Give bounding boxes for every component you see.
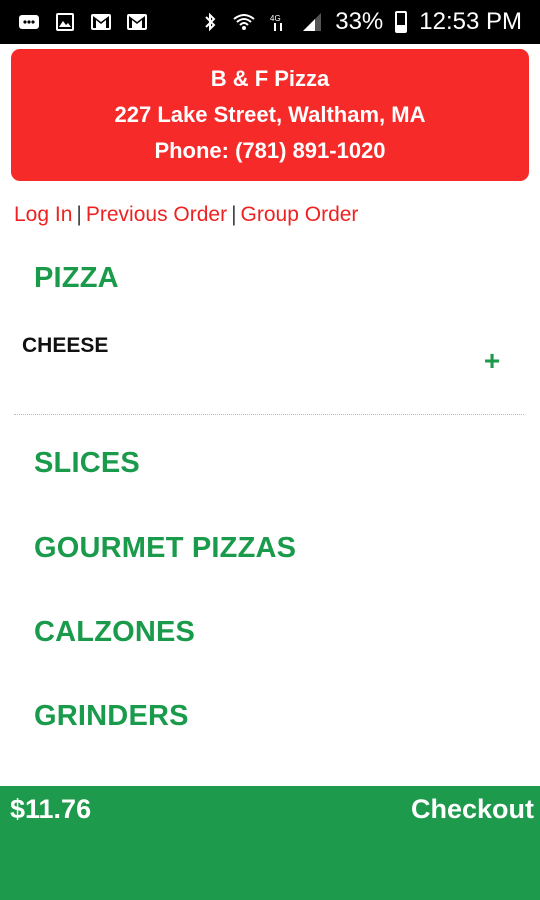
restaurant-header: B & F Pizza 227 Lake Street, Waltham, MA… xyxy=(11,49,529,181)
notification-icons xyxy=(0,12,148,32)
category-grinders[interactable]: GRINDERS xyxy=(34,700,189,733)
restaurant-name: B & F Pizza xyxy=(210,66,330,91)
bluetooth-icon xyxy=(199,12,221,32)
restaurant-phone[interactable]: Phone: (781) 891-1020 xyxy=(11,133,529,169)
category-slices[interactable]: SLICES xyxy=(34,447,140,480)
signal-icon xyxy=(301,12,323,32)
clock-time: 12:53 PM xyxy=(419,8,522,35)
gmail-icon xyxy=(126,12,148,32)
svg-text:4G: 4G xyxy=(270,14,281,23)
restaurant-address: 227 Lake Street, Waltham, MA xyxy=(114,102,426,127)
account-links: Log In | Previous Order | Group Order xyxy=(14,200,358,230)
checkout-bar: $11.76 Checkout xyxy=(0,786,540,900)
divider xyxy=(14,414,524,415)
category-gourmet-pizzas[interactable]: GOURMET PIZZAS xyxy=(34,532,296,565)
4g-icon: 4G xyxy=(267,12,289,32)
wifi-icon xyxy=(233,12,255,32)
battery-icon xyxy=(395,11,408,33)
menu-item-name[interactable]: CHEESE xyxy=(22,334,108,358)
status-bar: 4G 33% 12:53 PM xyxy=(0,0,540,44)
link-separator: | xyxy=(76,203,82,226)
login-link[interactable]: Log In xyxy=(14,203,72,226)
gallery-icon xyxy=(54,12,76,32)
checkout-button[interactable]: Checkout xyxy=(411,794,534,825)
gmail-icon xyxy=(90,12,112,32)
add-item-button[interactable]: + xyxy=(480,347,504,375)
category-calzones[interactable]: CALZONES xyxy=(34,616,195,649)
battery-percent: 33% xyxy=(335,8,384,35)
category-pizza[interactable]: PIZZA xyxy=(34,262,119,295)
previous-order-link[interactable]: Previous Order xyxy=(86,203,227,226)
order-total: $11.76 xyxy=(10,794,92,824)
messages-icon xyxy=(18,12,40,32)
system-icons: 4G 33% 12:53 PM xyxy=(199,8,540,36)
group-order-link[interactable]: Group Order xyxy=(241,203,359,226)
link-separator: | xyxy=(231,203,237,226)
